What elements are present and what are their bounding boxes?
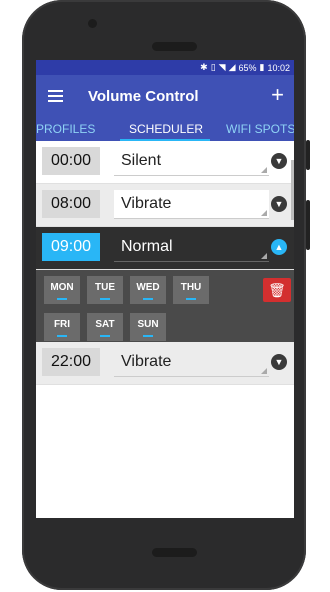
scrollbar[interactable]	[291, 160, 294, 220]
schedule-row[interactable]: 00:00 Silent ▼	[36, 141, 294, 184]
profile-dropdown[interactable]: Silent	[114, 147, 269, 176]
profile-label: Normal	[121, 238, 173, 255]
wifi-icon: ◥	[218, 62, 226, 72]
top-speaker	[152, 42, 197, 51]
dropdown-corner-icon	[261, 210, 267, 216]
day-label: SAT	[95, 319, 115, 330]
tab-scheduler[interactable]: SCHEDULER	[129, 122, 203, 136]
tab-wifi-spots[interactable]: WIFI SPOTS	[226, 122, 294, 136]
status-bar: ✱ ▯ ◥ ◢ 65% ▮ 10:02	[36, 60, 294, 75]
bluetooth-icon: ✱	[200, 62, 208, 72]
hamburger-menu-icon[interactable]	[48, 90, 63, 102]
day-toggle-mon[interactable]: MON	[44, 276, 80, 304]
day-indicator	[57, 298, 67, 300]
day-toggle-wed[interactable]: WED	[130, 276, 166, 304]
day-indicator	[100, 298, 110, 300]
chevron-up-icon[interactable]: ▲	[271, 239, 287, 255]
schedule-row-expanded[interactable]: 09:00 Normal ▲	[36, 227, 294, 270]
vibrate-icon: ▯	[210, 62, 216, 72]
signal-icon: ◢	[228, 62, 236, 72]
day-label: FRI	[53, 319, 71, 330]
chevron-down-icon[interactable]: ▼	[271, 153, 287, 169]
schedule-row[interactable]: 08:00 Vibrate ▼	[36, 184, 294, 227]
day-label: TUE	[95, 282, 115, 293]
chevron-down-icon[interactable]: ▼	[271, 196, 287, 212]
day-label: SUN	[137, 319, 159, 330]
time-field[interactable]: 09:00	[42, 233, 100, 261]
camera-icon	[88, 19, 97, 28]
dropdown-corner-icon	[261, 253, 267, 259]
trash-icon[interactable]: 🗑	[263, 278, 291, 302]
day-toggle-fri[interactable]: FRI	[44, 313, 80, 341]
day-indicator	[100, 335, 110, 337]
app-bar: Volume Control +	[36, 75, 294, 117]
day-indicator	[57, 335, 67, 337]
screen: ✱ ▯ ◥ ◢ 65% ▮ 10:02 Volume Control + PRO…	[36, 60, 294, 518]
schedule-row[interactable]: 22:00 Vibrate ▼	[36, 342, 294, 385]
day-indicator	[186, 298, 196, 300]
profile-dropdown[interactable]: Vibrate	[114, 348, 269, 377]
day-label: WED	[136, 282, 160, 293]
profile-dropdown[interactable]: Vibrate	[114, 190, 269, 219]
day-label: MON	[50, 282, 74, 293]
chevron-down-icon[interactable]: ▼	[271, 354, 287, 370]
volume-button	[306, 200, 310, 250]
profile-label: Vibrate	[121, 195, 172, 212]
time-field[interactable]: 08:00	[42, 190, 100, 218]
bottom-speaker	[152, 548, 197, 557]
plus-icon[interactable]: +	[271, 84, 284, 106]
day-toggle-thu[interactable]: THU	[173, 276, 209, 304]
app-title: Volume Control	[88, 88, 199, 105]
day-indicator	[143, 298, 153, 300]
day-indicator	[143, 335, 153, 337]
day-toggle-sat[interactable]: SAT	[87, 313, 123, 341]
profile-label: Silent	[121, 152, 162, 169]
battery-percent: 65%	[238, 62, 257, 73]
tab-profiles[interactable]: PROFILES	[36, 122, 95, 136]
day-label: THU	[180, 282, 202, 293]
time-field[interactable]: 00:00	[42, 147, 100, 175]
profile-label: Vibrate	[121, 353, 172, 370]
dropdown-corner-icon	[261, 368, 267, 374]
profile-dropdown[interactable]: Normal	[114, 233, 269, 262]
day-toggle-sun[interactable]: SUN	[130, 313, 166, 341]
power-button	[306, 140, 310, 170]
clock: 10:02	[267, 62, 290, 73]
time-field[interactable]: 22:00	[42, 348, 100, 376]
day-toggle-tue[interactable]: TUE	[87, 276, 123, 304]
tab-bar: PROFILES SCHEDULER WIFI SPOTS	[36, 117, 294, 141]
battery-icon: ▮	[259, 62, 265, 72]
dropdown-corner-icon	[261, 167, 267, 173]
